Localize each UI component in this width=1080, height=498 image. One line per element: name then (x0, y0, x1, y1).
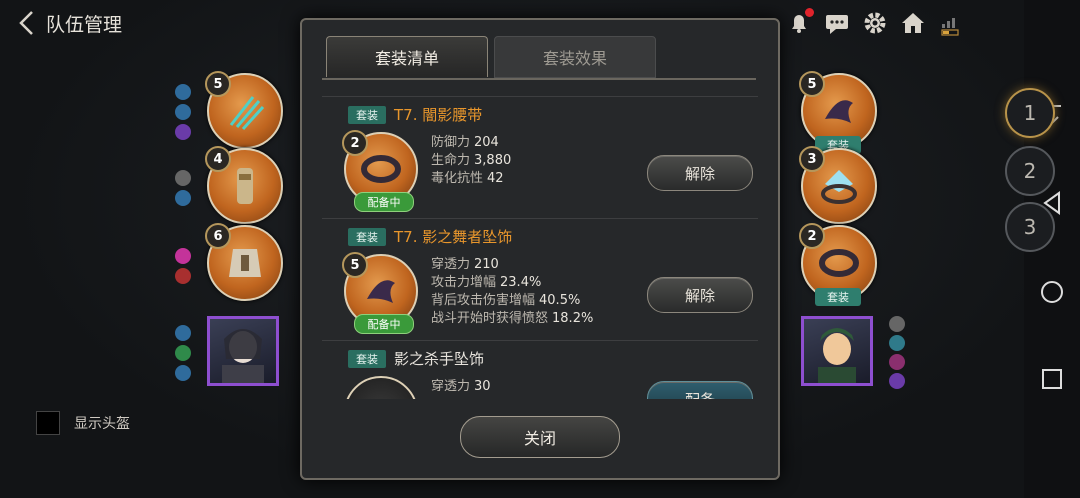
stat-value: 30 (474, 379, 491, 394)
equip-slot-accessory[interactable]: 5 套装 (799, 71, 877, 154)
item-stats: 穿透力 210 攻击力增幅 23.4% 背后攻击伤害增幅 40.5% 战斗开始时获得愤… (431, 256, 593, 328)
dragon-pendant-icon (825, 100, 853, 123)
crystal-ring-icon (821, 170, 857, 204)
item-icon[interactable]: 5 配备中 (342, 252, 418, 334)
skill-armor-icon (889, 316, 905, 332)
page-title: 队伍管理 (46, 14, 123, 36)
back-arrow-icon[interactable] (16, 10, 38, 36)
stat-value: 3,880 (474, 153, 512, 168)
belt-icon (819, 249, 859, 277)
stat-value: 23.4% (500, 275, 542, 290)
equip-slot-belt[interactable]: 2 套装 (799, 223, 877, 306)
set-item-list[interactable]: 套装 T7. 闇影腰带 2 配备中 防御力 204 生命力 3,880 毒化抗性 42… (322, 96, 758, 399)
show-helmet-label: 显示头盔 (74, 416, 130, 432)
equip-slot-armor[interactable]: 4 (205, 146, 283, 224)
dragon-pendant-icon (367, 280, 395, 303)
stat-label: 攻击力增幅 (431, 275, 497, 290)
tab-divider (322, 78, 756, 80)
equip-slot-ring[interactable]: 3 (799, 146, 877, 224)
item-icon[interactable] (344, 376, 418, 399)
claw-weapon-icon (229, 96, 265, 131)
skill-lightning-icon (175, 190, 191, 206)
skill-fire-icon (175, 268, 191, 284)
set-tag: 套装 (348, 106, 386, 124)
item-name: T7. 闇影腰带 (394, 106, 483, 124)
stat-label: 生命力 (431, 153, 471, 168)
tab-set-effect[interactable]: 套装效果 (494, 36, 656, 78)
set-tag: 套装 (348, 350, 386, 368)
stat-label: 穿透力 (431, 379, 471, 394)
set-tag: 套装 (815, 288, 861, 306)
skill-compass-icon (175, 325, 191, 341)
belt-icon (361, 155, 401, 183)
signal-battery-icon (938, 10, 964, 36)
show-helmet-checkbox[interactable] (36, 411, 60, 435)
gear-icon[interactable] (862, 10, 888, 36)
divider (322, 340, 758, 341)
skill-compass-icon (175, 104, 191, 120)
nav-recents-icon[interactable] (1041, 366, 1063, 392)
stat-value: 18.2% (552, 311, 594, 326)
stat-label: 背后攻击伤害增幅 (431, 293, 536, 308)
skill-gem-icon (175, 124, 191, 140)
hero-portrait-right[interactable] (801, 316, 873, 386)
armor-piece-icon (229, 249, 261, 277)
stat-label: 战斗开始时获得愤怒 (431, 311, 549, 326)
unequip-button[interactable]: 解除 (647, 277, 753, 313)
stat-value: 210 (474, 257, 499, 272)
chat-icon[interactable] (824, 10, 850, 36)
hero-portrait-left[interactable] (207, 316, 279, 386)
stat-value: 40.5% (539, 293, 581, 308)
divider (322, 96, 758, 97)
set-list-dialog: 套装清单 套装效果 套装 T7. 闇影腰带 2 配备中 防御力 204 生命力 3,… (300, 18, 780, 480)
stat-label: 防御力 (431, 135, 471, 150)
nav-home-icon[interactable] (1041, 279, 1063, 305)
skill-lightning-icon (889, 335, 905, 351)
item-stats: 穿透力 30 (431, 378, 491, 396)
skill-lightning-icon (175, 84, 191, 100)
skill-heal-icon (175, 248, 191, 264)
home-icon[interactable] (900, 10, 926, 36)
team-button-2[interactable]: 2 (1005, 146, 1055, 196)
equip-slot-weapon[interactable]: 5 (205, 71, 283, 149)
stat-value: 204 (474, 135, 499, 150)
team-button-1[interactable]: 1 (1005, 88, 1055, 138)
item-name: 影之杀手坠饰 (394, 350, 485, 368)
equipped-badge: 配备中 (354, 192, 414, 212)
item-stats: 防御力 204 生命力 3,880 毒化抗性 42 (431, 134, 511, 188)
skill-armor-icon (175, 170, 191, 186)
skill-moon-icon (175, 345, 191, 361)
divider (322, 218, 758, 219)
set-tag: 套装 (348, 228, 386, 246)
gauntlet-icon (237, 168, 253, 204)
close-button[interactable]: 关闭 (460, 416, 620, 458)
stat-label: 穿透力 (431, 257, 471, 272)
skill-skull-icon (889, 354, 905, 370)
item-name: T7. 影之舞者坠饰 (394, 228, 513, 246)
equip-slot-helmet[interactable]: 6 (205, 223, 283, 301)
tab-set-list[interactable]: 套装清单 (326, 36, 488, 77)
skill-snow-icon (175, 365, 191, 381)
unequip-button[interactable]: 解除 (647, 155, 753, 191)
team-button-3[interactable]: 3 (1005, 202, 1055, 252)
skill-gem-icon (889, 373, 905, 389)
stat-value: 42 (487, 171, 504, 186)
notification-bell-icon[interactable] (786, 8, 814, 36)
equipped-badge: 配备中 (354, 314, 414, 334)
item-icon[interactable]: 2 配备中 (342, 130, 418, 212)
stat-label: 毒化抗性 (431, 171, 484, 186)
equip-button[interactable]: 配备 (647, 381, 753, 399)
